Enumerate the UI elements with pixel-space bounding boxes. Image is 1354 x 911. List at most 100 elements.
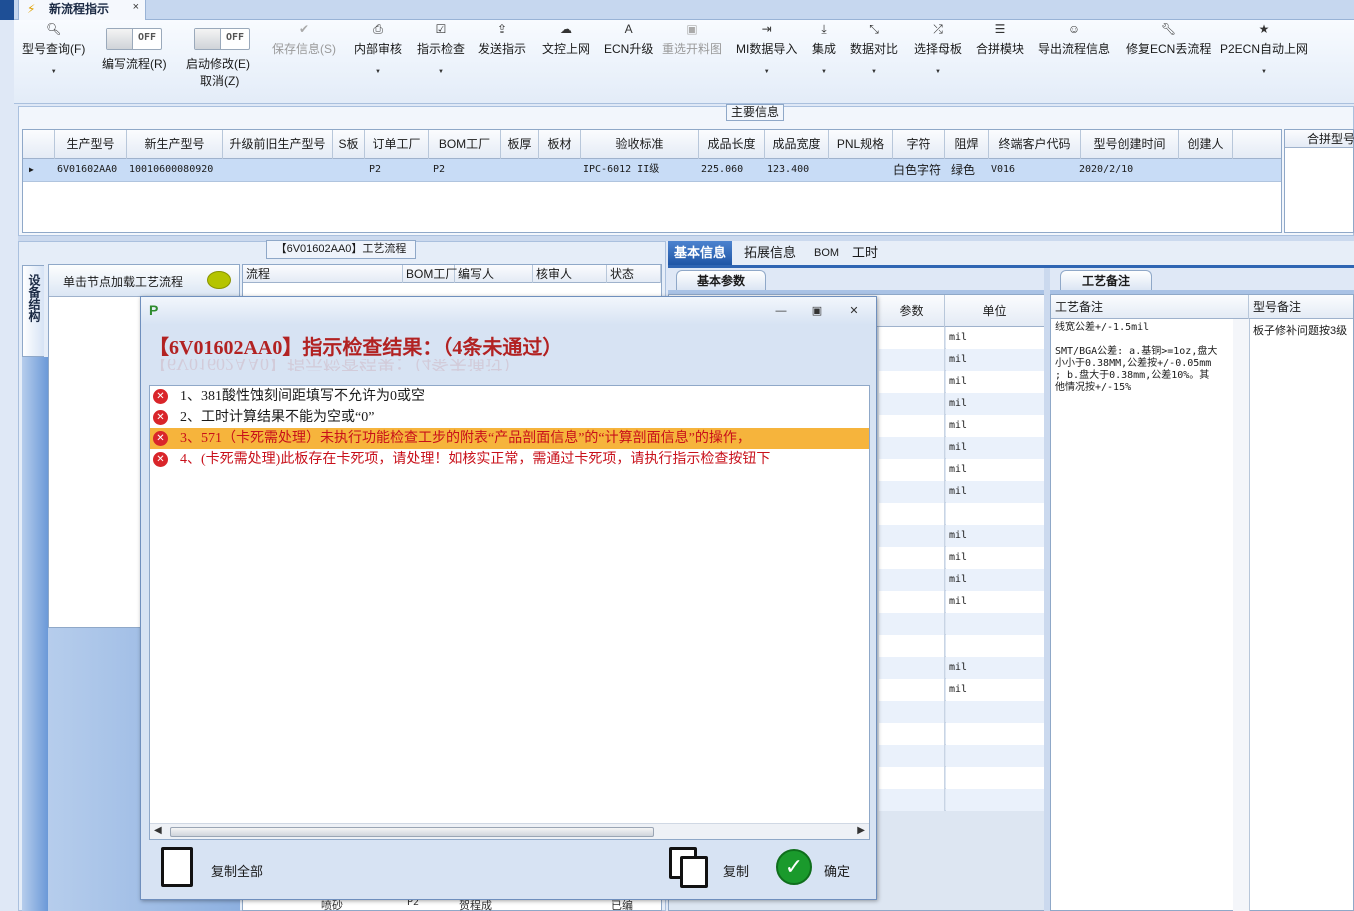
col-process-note[interactable]: 工艺备注 xyxy=(1051,295,1249,319)
param-row[interactable]: mil xyxy=(879,591,1047,613)
param-row[interactable] xyxy=(879,503,1047,525)
col-length[interactable]: 成品长度 xyxy=(699,130,765,159)
col-mask[interactable]: 阻焊 xyxy=(945,130,989,159)
col-prod-model[interactable]: 生产型号 xyxy=(55,130,127,159)
col-width[interactable]: 成品宽度 xyxy=(765,130,829,159)
param-row[interactable]: mil xyxy=(879,327,1047,349)
param-row[interactable] xyxy=(879,723,1047,745)
process-note-text[interactable]: 线宽公差+/-1.5mil SMT/BGA公差: a.基铜>=1oz,盘大 小小… xyxy=(1055,322,1233,394)
param-row[interactable]: mil xyxy=(879,525,1047,547)
col-thickness[interactable]: 板厚 xyxy=(501,130,539,159)
integrate-button[interactable]: ⤓ 集成 ▼ xyxy=(812,22,836,75)
tab-work-hours[interactable]: 工时 xyxy=(846,241,884,265)
ecn-upgrade-button[interactable]: A ECN升级 xyxy=(604,22,653,57)
param-row[interactable] xyxy=(879,789,1047,811)
param-row[interactable] xyxy=(879,613,1047,635)
start-modify-label: 启动修改(E) xyxy=(186,57,250,71)
tab-basic-info[interactable]: 基本信息 xyxy=(668,241,733,265)
col-bom-factory[interactable]: BOM工厂 xyxy=(429,130,501,159)
error-item[interactable]: ✕ 3、571（卡死需处理）未执行功能检查工步的附表“产品剖面信息”的“计算剖面信… xyxy=(150,428,869,449)
col-bom-factory[interactable]: BOM工厂 xyxy=(403,265,457,283)
model-note-text[interactable]: 板子修补问题按3级 xyxy=(1253,322,1354,338)
col-standard[interactable]: 验收标准 xyxy=(581,130,699,159)
param-row[interactable]: mil xyxy=(879,481,1047,503)
error-item[interactable]: ✕ 1、381酸性蚀刻间距填写不允许为0或空 xyxy=(150,386,869,407)
doc-control-online-button[interactable]: ☁ 文控上网 xyxy=(542,22,590,57)
col-flow[interactable]: 流程 xyxy=(243,265,403,283)
param-row[interactable]: mil xyxy=(879,393,1047,415)
model-query-button[interactable]: 🔍︎ 型号查询(F) ▼ xyxy=(22,22,85,75)
error-item[interactable]: ✕ 4、(卡死需处理)此板存在卡死项，请处理！如核实正常，需通过卡死项，请执行指示… xyxy=(150,449,869,470)
scroll-right-icon[interactable]: ▶ xyxy=(857,825,865,836)
cancel-modify-label[interactable]: 取消(Z) xyxy=(200,72,239,89)
scroll-left-icon[interactable]: ◀ xyxy=(154,825,162,836)
tab-bom[interactable]: BOM xyxy=(808,241,845,265)
param-row[interactable] xyxy=(879,635,1047,657)
param-row[interactable]: mil xyxy=(879,679,1047,701)
col-reviewer[interactable]: 核审人 xyxy=(533,265,607,283)
close-icon[interactable]: ✕ xyxy=(844,303,864,319)
param-row[interactable]: mil xyxy=(879,459,1047,481)
col-writer[interactable]: 编写人 xyxy=(455,265,533,283)
error-item[interactable]: ✕ 2、工时计算结果不能为空或“0” xyxy=(150,407,869,428)
reselect-cut-map-button[interactable]: ▣ 重选开料图 xyxy=(662,22,722,57)
col-param[interactable]: 参数 xyxy=(879,295,945,327)
param-row[interactable]: mil xyxy=(879,415,1047,437)
tab-new-flow-instruction[interactable]: ⚡ 新流程指示 × xyxy=(18,0,146,20)
flow-load-header[interactable]: 单击节点加载工艺流程 xyxy=(49,265,239,297)
p2ecn-auto-online-button[interactable]: ★ P2ECN自动上网 ▼ xyxy=(1220,22,1308,75)
col-new-prod-model[interactable]: 新生产型号 xyxy=(127,130,223,159)
close-tab-icon[interactable]: × xyxy=(133,1,139,13)
col-customer-code[interactable]: 终端客户代码 xyxy=(989,130,1081,159)
table-row[interactable]: ▶ 6V01602AA0 10010600080920 P2 P2 IPC-60… xyxy=(23,159,1281,182)
scroll-thumb[interactable] xyxy=(170,827,654,837)
param-row[interactable]: mil xyxy=(879,657,1047,679)
param-row[interactable]: mil xyxy=(879,371,1047,393)
maximize-icon[interactable]: ▣ xyxy=(807,303,827,319)
col-char[interactable]: 字符 xyxy=(893,130,945,159)
start-modify-toggle[interactable]: OFF xyxy=(194,28,250,50)
main-info-legend: 主要信息 xyxy=(726,104,784,121)
col-creator[interactable]: 创建人 xyxy=(1179,130,1233,159)
select-mother-board-button[interactable]: ⤮ 选择母板 ▼ xyxy=(914,22,962,75)
fix-ecn-lost-flow-button[interactable]: 🔧︎ 修复ECN丢流程 xyxy=(1126,22,1211,57)
side-tab-device-structure[interactable]: 设备结构 xyxy=(22,265,44,357)
edit-flow-toggle[interactable]: OFF xyxy=(106,28,162,50)
param-row[interactable]: mil xyxy=(879,569,1047,591)
param-row[interactable] xyxy=(879,767,1047,789)
send-instruction-button[interactable]: ⇪ 发送指示 xyxy=(478,22,526,57)
subtab-basic-params[interactable]: 基本参数 xyxy=(676,270,766,291)
export-flow-info-button[interactable]: ☺ 导出流程信息 xyxy=(1038,22,1110,57)
param-row[interactable] xyxy=(879,701,1047,723)
col-material[interactable]: 板材 xyxy=(539,130,581,159)
horizontal-scrollbar[interactable]: ◀ ▶ xyxy=(150,823,869,839)
mi-data-import-button[interactable]: ⇥ MI数据导入 ▼ xyxy=(736,22,797,75)
col-pnl[interactable]: PNL规格 xyxy=(829,130,893,159)
col-s-board[interactable]: S板 xyxy=(333,130,365,159)
merge-module-button[interactable]: ☰ 合拼模块 xyxy=(976,22,1024,57)
subtab-process-notes[interactable]: 工艺备注 xyxy=(1060,270,1152,291)
merge-model-header[interactable]: 合拼型号 xyxy=(1285,130,1354,148)
param-row[interactable]: mil xyxy=(879,437,1047,459)
param-row[interactable]: mil xyxy=(879,547,1047,569)
col-unit[interactable]: 单位 xyxy=(945,295,1045,327)
param-row[interactable] xyxy=(879,745,1047,767)
minimize-icon[interactable]: — xyxy=(771,303,791,319)
checkmark-icon: ✔ xyxy=(298,22,310,36)
col-created[interactable]: 型号创建时间 xyxy=(1081,130,1179,159)
data-compare-button[interactable]: ⤡ 数据对比 ▼ xyxy=(850,22,898,75)
param-row[interactable]: mil xyxy=(879,349,1047,371)
left-dock-stub[interactable] xyxy=(0,0,14,20)
col-old-prod-model[interactable]: 升级前旧生产型号 xyxy=(223,130,333,159)
col-order-factory[interactable]: 订单工厂 xyxy=(365,130,429,159)
select-all-corner[interactable] xyxy=(23,130,55,159)
dialog-titlebar[interactable]: P — ▣ ✕ xyxy=(141,297,876,325)
tab-extended-info[interactable]: 拓展信息 xyxy=(738,241,802,265)
notes-scrollbar[interactable] xyxy=(1233,319,1249,911)
instruction-check-button[interactable]: ☑ 指示检查 ▼ xyxy=(417,22,465,75)
save-info-button[interactable]: ✔ 保存信息(S) xyxy=(272,22,336,57)
image-icon: ▣ xyxy=(686,22,698,36)
internal-review-button[interactable]: ⎙ 内部审核 ▼ xyxy=(354,22,402,75)
col-status[interactable]: 状态 xyxy=(607,265,661,283)
col-model-note[interactable]: 型号备注 xyxy=(1249,295,1354,319)
